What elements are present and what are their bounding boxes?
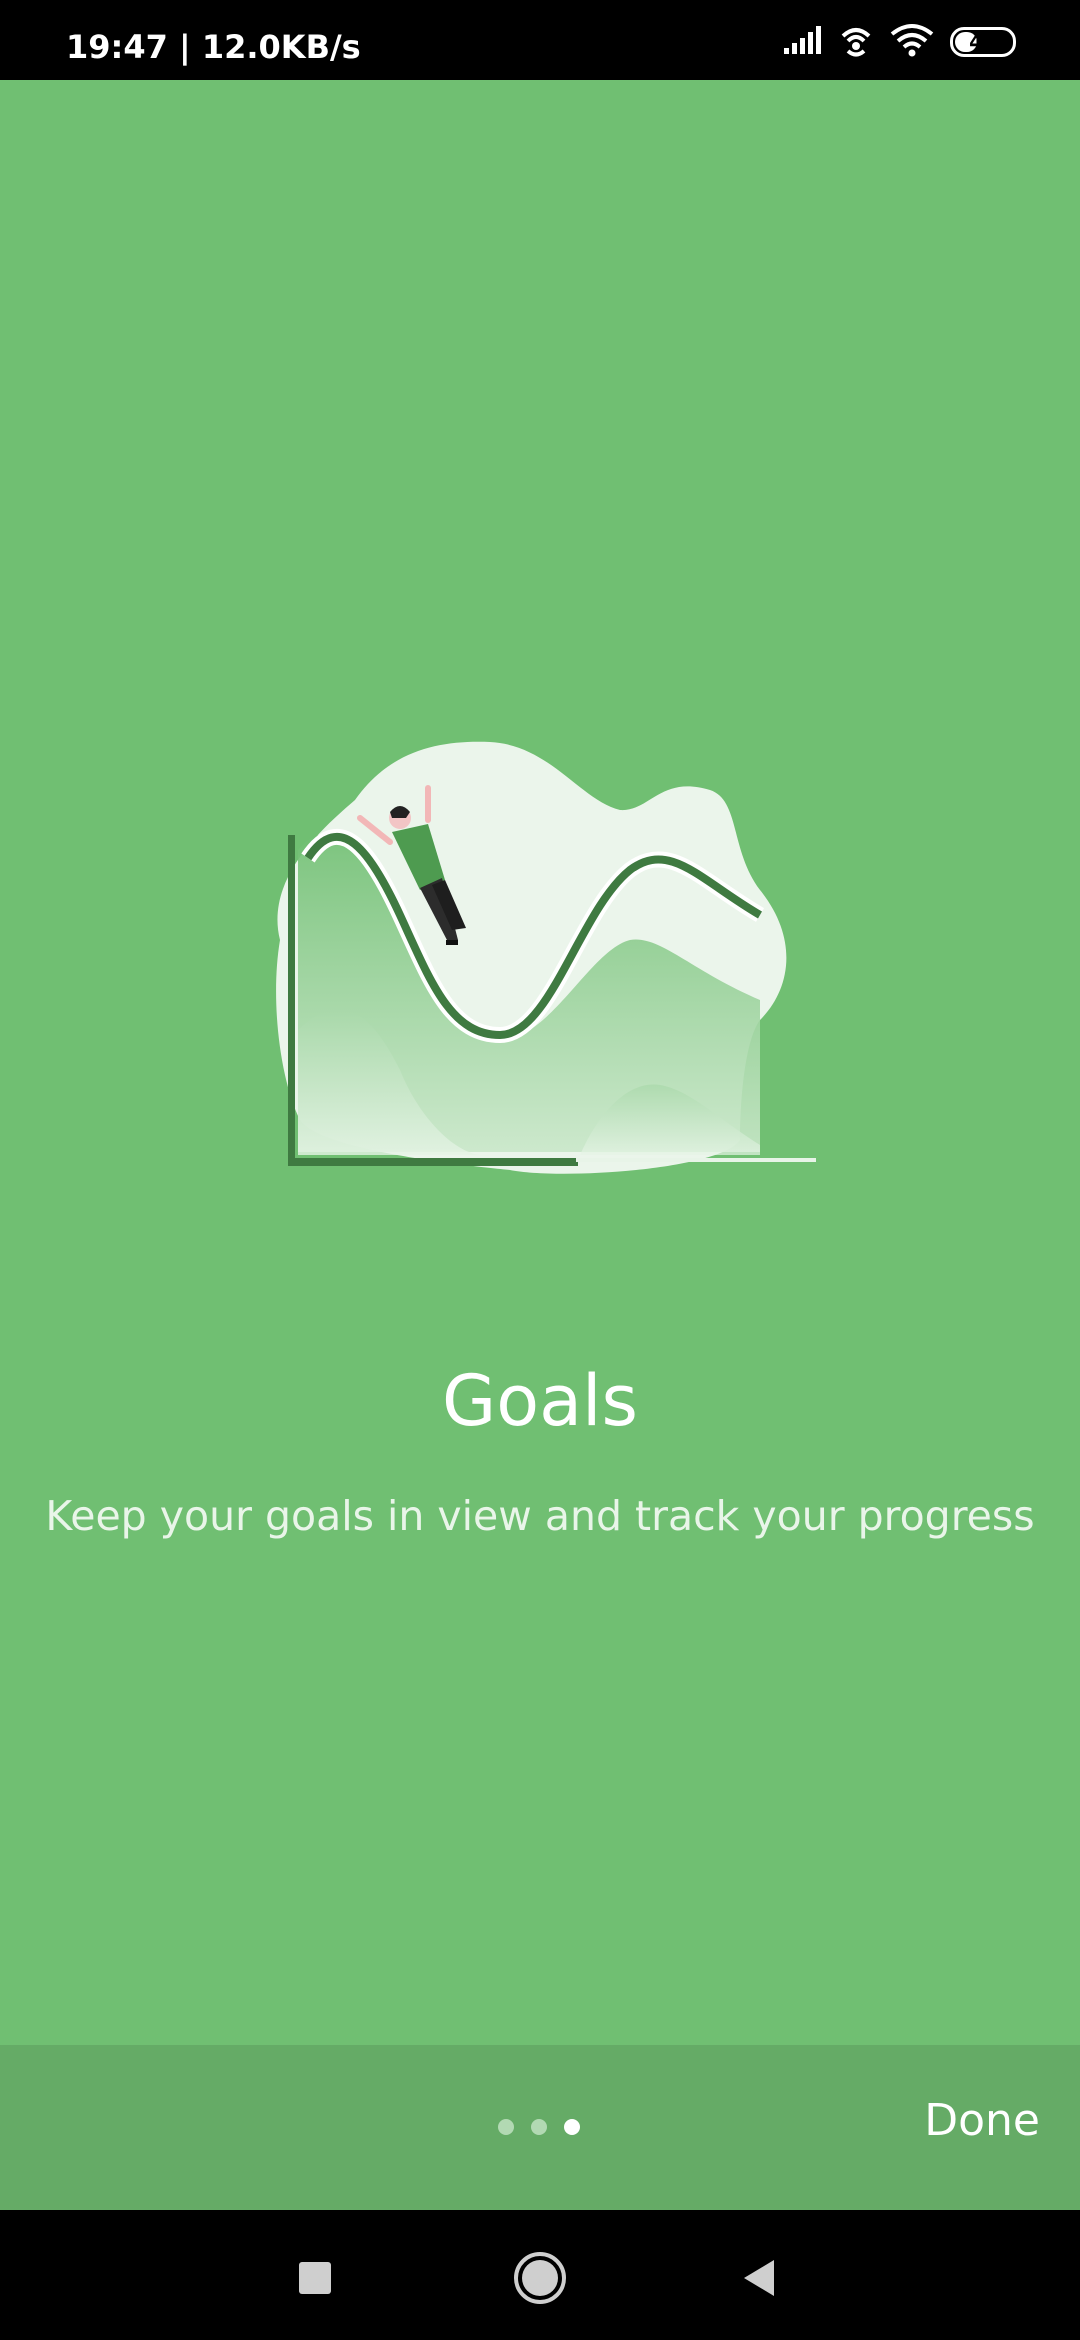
status-icons: 44 [782,22,1016,62]
battery-icon: 44 [950,27,1016,57]
onboarding-title: Goals [442,1360,638,1442]
status-bar: 19:47 | 12.0KB/s 44 [0,0,1080,80]
pager-bar: Done [0,2045,1080,2210]
screen: 19:47 | 12.0KB/s 44 Goals Keep your goal… [0,0,1080,2340]
home-icon[interactable] [510,2248,570,2308]
page-indicator [498,2119,580,2135]
status-time: 19:47 | 12.0KB/s [66,28,361,66]
battery-level: 44 [969,30,997,54]
wifi-icon [890,23,934,62]
navigation-bar [0,2210,1080,2340]
hotspot-icon [838,22,874,63]
signal-icon [782,24,822,61]
done-button[interactable]: Done [924,2095,1040,2146]
back-icon[interactable] [730,2248,790,2308]
recents-icon[interactable] [285,2248,345,2308]
onboarding-subtitle: Keep your goals in view and track your p… [45,1492,1035,1540]
page-dot-active [564,2119,580,2135]
page-dot [498,2119,514,2135]
goals-chart-illustration [260,740,820,1190]
onboarding-page[interactable]: Goals Keep your goals in view and track … [0,80,1080,2045]
page-dot [531,2119,547,2135]
